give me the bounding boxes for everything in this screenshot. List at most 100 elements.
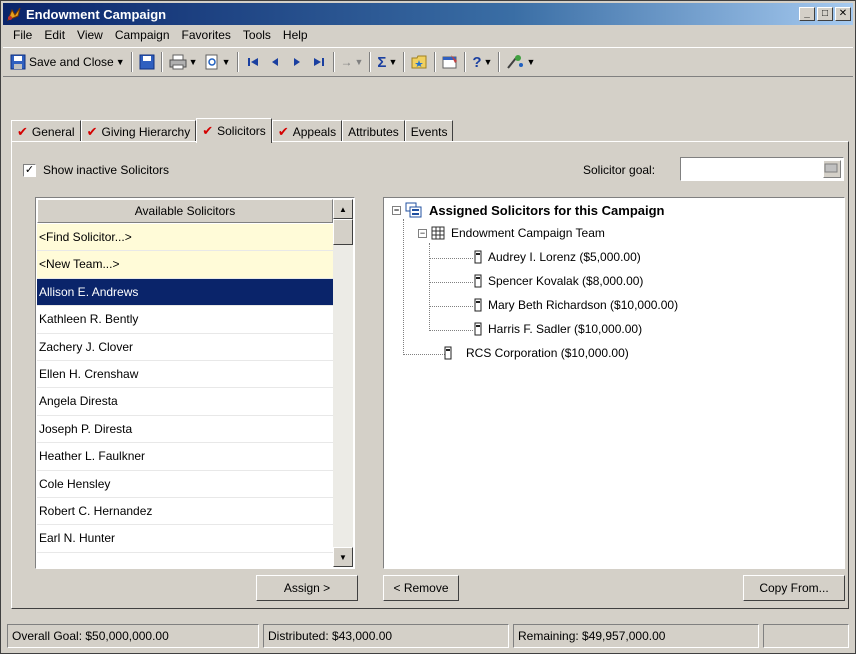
first-record-icon xyxy=(247,58,258,66)
scroll-down-button[interactable]: ▼ xyxy=(333,547,353,567)
chevron-down-icon: ▼ xyxy=(483,57,493,67)
floppy-disk-icon xyxy=(139,54,155,70)
solicitor-list-item[interactable]: Heather L. Faulkner xyxy=(37,443,333,471)
show-inactive-option[interactable]: ✓ Show inactive Solicitors xyxy=(23,163,169,177)
solicitor-list-item[interactable]: Cole Hensley xyxy=(37,471,333,498)
tab-solicitors[interactable]: ✔ Solicitors xyxy=(196,118,272,143)
collapse-icon[interactable]: − xyxy=(392,205,401,215)
check-mark-icon: ✔ xyxy=(17,123,28,139)
minimize-button[interactable]: _ xyxy=(799,7,815,21)
summary-button[interactable]: Σ ▼ xyxy=(374,50,400,74)
close-button[interactable]: ✕ xyxy=(835,7,851,21)
tab-appeals[interactable]: ✔ Appeals xyxy=(271,120,343,142)
tab-general[interactable]: ✔ General xyxy=(11,120,81,142)
scroll-up-button[interactable]: ▲ xyxy=(333,199,353,219)
solicitor-list-item[interactable]: Ellen H. Crenshaw xyxy=(37,361,333,389)
tree-connector xyxy=(403,354,447,355)
solicitor-list-item[interactable]: Angela Diresta xyxy=(37,388,333,416)
tree-team-node[interactable]: − Endowment Campaign Team xyxy=(418,226,605,240)
solicitor-list-item[interactable]: Zachery J. Clover xyxy=(37,334,333,361)
menu-edit[interactable]: Edit xyxy=(38,28,71,42)
first-record-button[interactable] xyxy=(242,50,264,74)
team-icon xyxy=(431,226,445,240)
available-solicitors-header[interactable]: Available Solicitors xyxy=(37,199,333,223)
tree-connector xyxy=(429,243,430,331)
menu-tools[interactable]: Tools xyxy=(237,28,277,42)
scroll-thumb[interactable] xyxy=(333,219,353,245)
calculator-button[interactable] xyxy=(823,160,841,178)
tree-root-node[interactable]: − Assigned Solicitors for this Campaign xyxy=(392,202,664,218)
save-button[interactable] xyxy=(136,50,158,74)
status-bar: Overall Goal: $50,000,000.00 Distributed… xyxy=(3,621,853,651)
tree-team-label: Endowment Campaign Team xyxy=(451,226,605,240)
tools-button[interactable]: ▼ xyxy=(503,50,538,74)
available-solicitors-rows: <Find Solicitor...> <New Team...> Allison … xyxy=(37,224,333,553)
menu-file[interactable]: File xyxy=(7,28,38,42)
menu-help[interactable]: Help xyxy=(277,28,314,42)
title-bar[interactable]: Endowment Campaign _ □ ✕ xyxy=(3,3,853,25)
tree-member-node[interactable]: Audrey I. Lorenz ($5,000.00) xyxy=(474,250,641,264)
tab-giving-hierarchy[interactable]: ✔ Giving Hierarchy xyxy=(80,120,197,142)
print-preview-button[interactable]: ▼ xyxy=(201,50,234,74)
print-button[interactable]: ▼ xyxy=(166,50,201,74)
campaign-app-icon xyxy=(7,7,21,21)
properties-button[interactable] xyxy=(439,50,461,74)
help-icon: ? xyxy=(472,53,482,71)
print-preview-icon xyxy=(205,54,218,70)
assigned-solicitors-tree[interactable]: − Assigned Solicitors for this Campaign … xyxy=(383,197,845,569)
go-to-button[interactable]: → ▼ xyxy=(338,50,367,74)
next-record-button[interactable] xyxy=(286,50,308,74)
tree-connector xyxy=(429,330,473,331)
solicitor-list-item[interactable]: Joseph P. Diresta xyxy=(37,416,333,444)
solicitor-list-item[interactable]: <New Team...> xyxy=(37,251,333,279)
menu-bar: File Edit View Campaign Favorites Tools … xyxy=(3,25,853,45)
tree-connector xyxy=(403,219,404,355)
toolbar-separator xyxy=(498,52,501,72)
tree-member-label: Audrey I. Lorenz ($5,000.00) xyxy=(488,250,641,264)
tree-connector xyxy=(429,306,473,307)
copy-from-button[interactable]: Copy From... xyxy=(743,575,845,601)
solicitor-icon xyxy=(444,346,452,360)
menu-view[interactable]: View xyxy=(71,28,109,42)
solicitor-list-item[interactable]: <Find Solicitor...> xyxy=(37,224,333,252)
show-inactive-checkbox[interactable]: ✓ xyxy=(23,163,36,177)
solicitor-list-item[interactable]: Allison E. Andrews xyxy=(37,278,333,307)
favorites-button[interactable] xyxy=(408,50,431,74)
solicitor-goal-field[interactable] xyxy=(680,157,844,181)
toolbar-separator xyxy=(434,52,437,72)
solicitor-icon xyxy=(474,298,482,312)
collapse-icon[interactable]: − xyxy=(418,228,427,238)
tab-events[interactable]: Events xyxy=(404,120,454,142)
toolbar: Save and Close ▼ ▼ ▼ → ▼ Σ ▼ ? ▼ ▼ xyxy=(3,47,853,77)
tree-member-label: Spencer Kovalak ($8,000.00) xyxy=(488,274,644,288)
toolbar-separator xyxy=(403,52,406,72)
tree-member-node[interactable]: Harris F. Sadler ($10,000.00) xyxy=(474,322,642,336)
calculator-icon xyxy=(824,163,838,173)
check-mark-icon: ✔ xyxy=(277,123,289,139)
solicitor-list-item[interactable]: Kathleen R. Bently xyxy=(37,306,333,334)
list-scrollbar[interactable]: ▲ ▼ xyxy=(333,199,353,567)
tree-member-node[interactable]: Spencer Kovalak ($8,000.00) xyxy=(474,274,643,288)
tab-label: General xyxy=(31,124,75,139)
previous-record-button[interactable] xyxy=(264,50,286,74)
help-button[interactable]: ? ▼ xyxy=(469,50,495,74)
solicitor-list-item[interactable]: Robert C. Hernandez xyxy=(37,498,333,526)
folder-star-icon xyxy=(411,55,427,69)
maximize-button[interactable]: □ xyxy=(817,7,833,21)
toolbar-separator xyxy=(332,52,335,72)
available-solicitors-list[interactable]: Available Solicitors <Find Solicitor...>… xyxy=(35,197,355,569)
tree-organization-label: RCS Corporation ($10,000.00) xyxy=(466,346,629,360)
tab-attributes[interactable]: Attributes xyxy=(342,120,405,142)
remove-button[interactable]: < Remove xyxy=(383,575,459,601)
assign-button[interactable]: Assign > xyxy=(256,575,358,601)
last-record-button[interactable] xyxy=(308,50,330,74)
menu-campaign[interactable]: Campaign xyxy=(109,28,176,42)
save-and-close-button[interactable]: Save and Close ▼ xyxy=(7,50,128,74)
tree-organization-node[interactable]: RCS Corporation ($10,000.00) xyxy=(444,346,629,360)
solicitor-list-item[interactable]: Earl N. Hunter xyxy=(37,525,333,553)
sigma-icon: Σ xyxy=(377,53,387,71)
tab-label: Appeals xyxy=(292,124,337,139)
tree-member-node[interactable]: Mary Beth Richardson ($10,000.00) xyxy=(474,298,678,312)
solicitor-icon xyxy=(474,250,482,264)
menu-favorites[interactable]: Favorites xyxy=(176,28,237,42)
